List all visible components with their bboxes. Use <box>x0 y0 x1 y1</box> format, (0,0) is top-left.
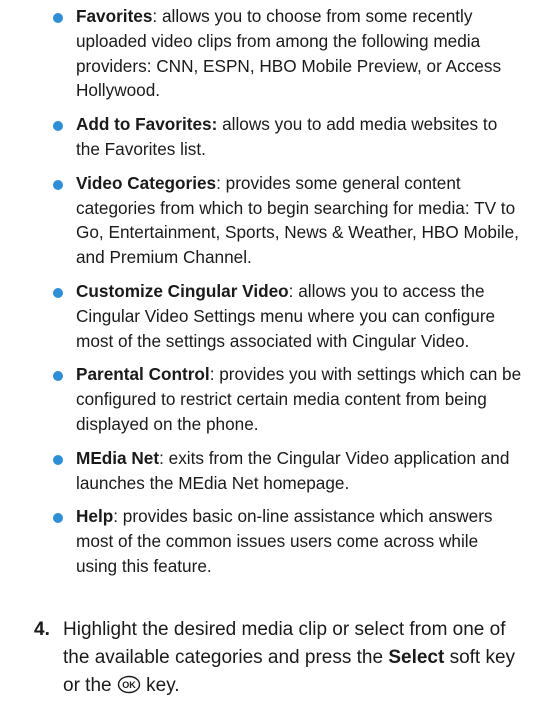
list-item-customize-cingular-video: Customize Cingular Video: allows you to … <box>52 279 522 353</box>
select-soft-key-label: Select <box>388 647 445 668</box>
bullet-icon <box>53 13 63 23</box>
ok-key-label: OK <box>122 680 136 690</box>
option-term: Help <box>76 506 114 527</box>
bullet-icon <box>53 371 63 382</box>
step-number: 4. <box>34 619 50 640</box>
option-term: Parental Control <box>76 364 210 385</box>
bullet-icon <box>53 179 63 190</box>
list-item-parental-control: Parental Control: provides you with sett… <box>52 362 522 436</box>
bullet-icon <box>53 287 63 298</box>
option-term: MEdia Net <box>76 447 160 468</box>
list-item-add-to-favorites: Add to Favorites: allows you to add medi… <box>52 112 522 162</box>
bullet-icon <box>53 513 63 524</box>
option-term: Add to Favorites: <box>76 114 218 135</box>
option-description: : provides basic on-line assistance whic… <box>76 506 493 576</box>
list-item-favorites: Favorites: allows you to choose from som… <box>52 4 522 103</box>
list-item-media-net: MEdia Net: exits from the Cingular Video… <box>52 446 522 496</box>
step-text-after: key. <box>140 675 180 696</box>
option-term: Favorites <box>76 6 153 26</box>
ok-key-icon: OK <box>117 675 141 694</box>
option-term: Customize Cingular Video <box>76 280 289 301</box>
step-instruction: Highlight the desired media clip or sele… <box>34 616 522 700</box>
manual-page: Favorites: allows you to choose from som… <box>0 0 540 719</box>
menu-options-list: Favorites: allows you to choose from som… <box>52 4 522 588</box>
option-term: Video Categories <box>76 172 217 193</box>
list-item-help: Help: provides basic on-line assistance … <box>52 504 522 578</box>
bullet-icon <box>53 121 63 132</box>
step-4: 4. Highlight the desired media clip or s… <box>34 616 522 700</box>
bullet-icon <box>53 454 63 465</box>
list-item-video-categories: Video Categories: provides some general … <box>52 171 522 270</box>
